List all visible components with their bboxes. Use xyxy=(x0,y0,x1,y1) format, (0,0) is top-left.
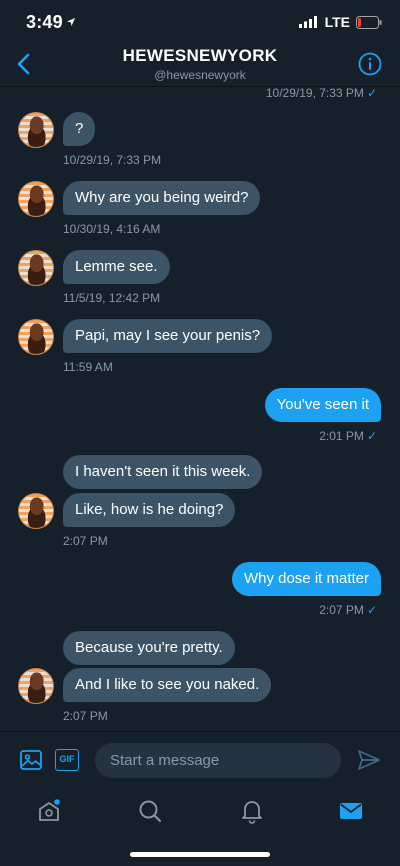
conversation-header: HEWESNEWYORK @hewesnewyork xyxy=(0,46,400,86)
envelope-icon[interactable] xyxy=(338,798,364,824)
incoming-message[interactable]: Why are you being weird? xyxy=(63,181,261,215)
battery-icon xyxy=(356,15,382,29)
conversation-title[interactable]: HEWESNEWYORK xyxy=(0,46,400,66)
location-arrow-icon xyxy=(67,18,75,26)
search-icon[interactable] xyxy=(137,798,163,824)
message-timestamp: 2:07 PM xyxy=(63,534,108,548)
avatar[interactable] xyxy=(18,668,54,704)
message-timestamp: 11:59 AM xyxy=(63,360,113,374)
read-check-icon: ✓ xyxy=(366,603,377,617)
info-icon[interactable] xyxy=(358,52,382,76)
avatar[interactable] xyxy=(18,181,54,217)
message-timestamp: 2:01 PM ✓ xyxy=(319,429,377,443)
home-indicator[interactable] xyxy=(130,852,270,857)
message-timestamp: 2:07 PM xyxy=(63,709,108,723)
incoming-message[interactable]: I haven't seen it this week. xyxy=(63,455,263,489)
tab-bar xyxy=(0,790,400,836)
message-timestamp: 10/30/19, 4:16 AM xyxy=(63,222,161,236)
avatar[interactable] xyxy=(18,493,54,529)
compose-divider xyxy=(0,731,400,732)
incoming-message[interactable]: Because you're pretty. xyxy=(63,631,235,665)
network-label: LTE xyxy=(324,14,350,30)
incoming-message[interactable]: Papi, may I see your penis? xyxy=(63,319,273,353)
incoming-message[interactable]: Lemme see. xyxy=(63,250,170,284)
outgoing-message[interactable]: You've seen it xyxy=(264,388,381,422)
read-check-icon: ✓ xyxy=(366,429,377,443)
send-icon[interactable] xyxy=(357,749,381,771)
read-check-icon: ✓ xyxy=(366,86,377,100)
signal-icon xyxy=(298,16,317,28)
image-icon[interactable] xyxy=(20,749,42,771)
bell-icon[interactable] xyxy=(239,798,265,824)
message-timestamp: 10/29/19, 7:33 PM ✓ xyxy=(265,86,377,100)
avatar[interactable] xyxy=(18,250,54,286)
home-icon[interactable] xyxy=(36,798,62,824)
avatar[interactable] xyxy=(18,112,54,148)
status-bar: 3:49 LTE xyxy=(0,0,400,46)
incoming-message[interactable]: Like, how is he doing? xyxy=(63,493,236,527)
message-timestamp: 2:07 PM ✓ xyxy=(319,603,377,617)
gif-icon[interactable]: GIF xyxy=(55,749,79,771)
outgoing-message[interactable]: Why dose it matter xyxy=(231,562,381,596)
conversation-handle[interactable]: @hewesnewyork xyxy=(0,68,400,82)
incoming-message[interactable]: ? xyxy=(63,112,96,146)
message-input[interactable] xyxy=(95,743,341,778)
incoming-message[interactable]: And I like to see you naked. xyxy=(63,668,272,702)
message-timestamp: 10/29/19, 7:33 PM xyxy=(63,153,162,167)
avatar[interactable] xyxy=(18,319,54,355)
message-timestamp: 11/5/19, 12:42 PM xyxy=(63,291,161,305)
status-time: 3:49 xyxy=(26,12,63,32)
